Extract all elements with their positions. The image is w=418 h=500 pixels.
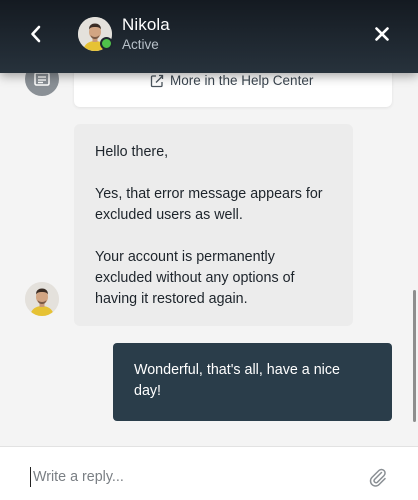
close-button[interactable] bbox=[368, 20, 396, 48]
status-indicator bbox=[100, 37, 113, 50]
message-paragraph: Yes, that error message appears for excl… bbox=[95, 186, 323, 223]
composer bbox=[0, 446, 418, 500]
chat-window: More in the Help Center Hello there, Yes… bbox=[0, 0, 418, 500]
user-message-bubble: Wonderful, that's all, have a nice day! bbox=[113, 343, 392, 421]
message-paragraph: Hello there, bbox=[95, 144, 169, 160]
chat-header: Nikola Active bbox=[0, 0, 418, 73]
agent-status: Active bbox=[122, 37, 159, 52]
agent-name: Nikola bbox=[122, 15, 170, 34]
chevron-left-icon bbox=[31, 25, 41, 43]
help-center-link[interactable]: More in the Help Center bbox=[150, 73, 313, 88]
help-center-link-label: More in the Help Center bbox=[170, 73, 314, 88]
message-text: Wonderful, that's all, have a nice day! bbox=[134, 362, 340, 399]
scrollbar[interactable] bbox=[413, 290, 416, 422]
header-avatar bbox=[78, 17, 113, 51]
close-icon bbox=[375, 27, 389, 41]
reply-input[interactable] bbox=[30, 467, 353, 487]
attach-button[interactable] bbox=[366, 465, 390, 489]
back-button[interactable] bbox=[22, 20, 50, 48]
paperclip-icon bbox=[369, 468, 386, 487]
agent-message-bubble: Hello there, Yes, that error message app… bbox=[74, 124, 353, 326]
message-paragraph: Your account is permanently excluded wit… bbox=[95, 249, 295, 307]
agent-avatar bbox=[25, 282, 59, 316]
external-link-icon bbox=[150, 74, 164, 87]
